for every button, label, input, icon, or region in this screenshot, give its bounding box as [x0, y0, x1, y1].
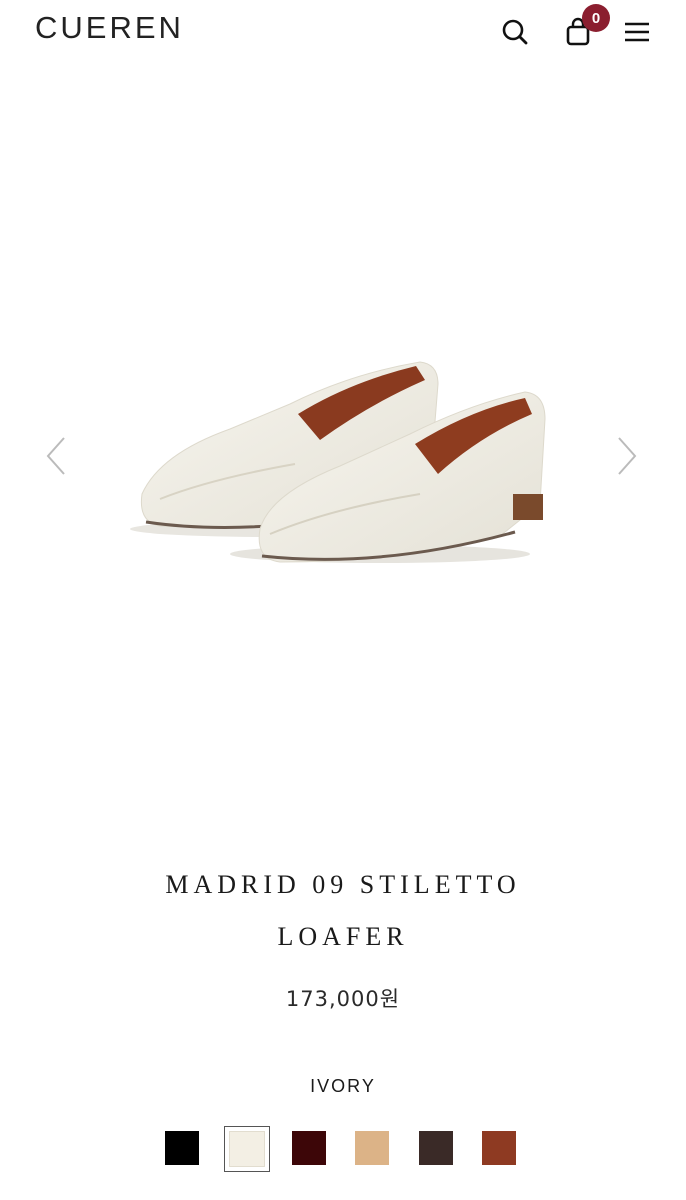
chevron-right-icon	[618, 437, 637, 475]
carousel-prev-button[interactable]	[42, 434, 72, 478]
cart-count-badge: 0	[582, 4, 610, 32]
color-swatch-list	[0, 1126, 686, 1172]
color-swatch-black[interactable]	[165, 1131, 199, 1165]
search-button[interactable]	[497, 14, 533, 50]
color-swatch-beige[interactable]	[355, 1131, 389, 1165]
brand-logo[interactable]: CUEREN	[35, 8, 184, 48]
color-swatch-burgundy[interactable]	[292, 1131, 326, 1165]
selected-color-label: IVORY	[310, 1076, 376, 1096]
color-swatch-cognac[interactable]	[482, 1131, 516, 1165]
product-title-line-2: LOAFER	[277, 922, 409, 951]
chevron-left-icon	[46, 437, 65, 475]
product-image-loafers	[130, 361, 546, 563]
color-swatch-ivory[interactable]	[224, 1126, 270, 1172]
color-swatch-dark-brown[interactable]	[419, 1131, 453, 1165]
hamburger-menu-icon	[625, 22, 649, 42]
product-title-line-1: MADRID 09 STILETTO	[165, 870, 521, 899]
search-icon	[502, 19, 528, 45]
carousel-next-button[interactable]	[611, 434, 641, 478]
menu-button[interactable]	[619, 14, 655, 50]
site-header: CUEREN 0	[0, 0, 686, 64]
product-image-carousel[interactable]	[0, 64, 686, 844]
product-price: 173,000원	[285, 987, 401, 1011]
